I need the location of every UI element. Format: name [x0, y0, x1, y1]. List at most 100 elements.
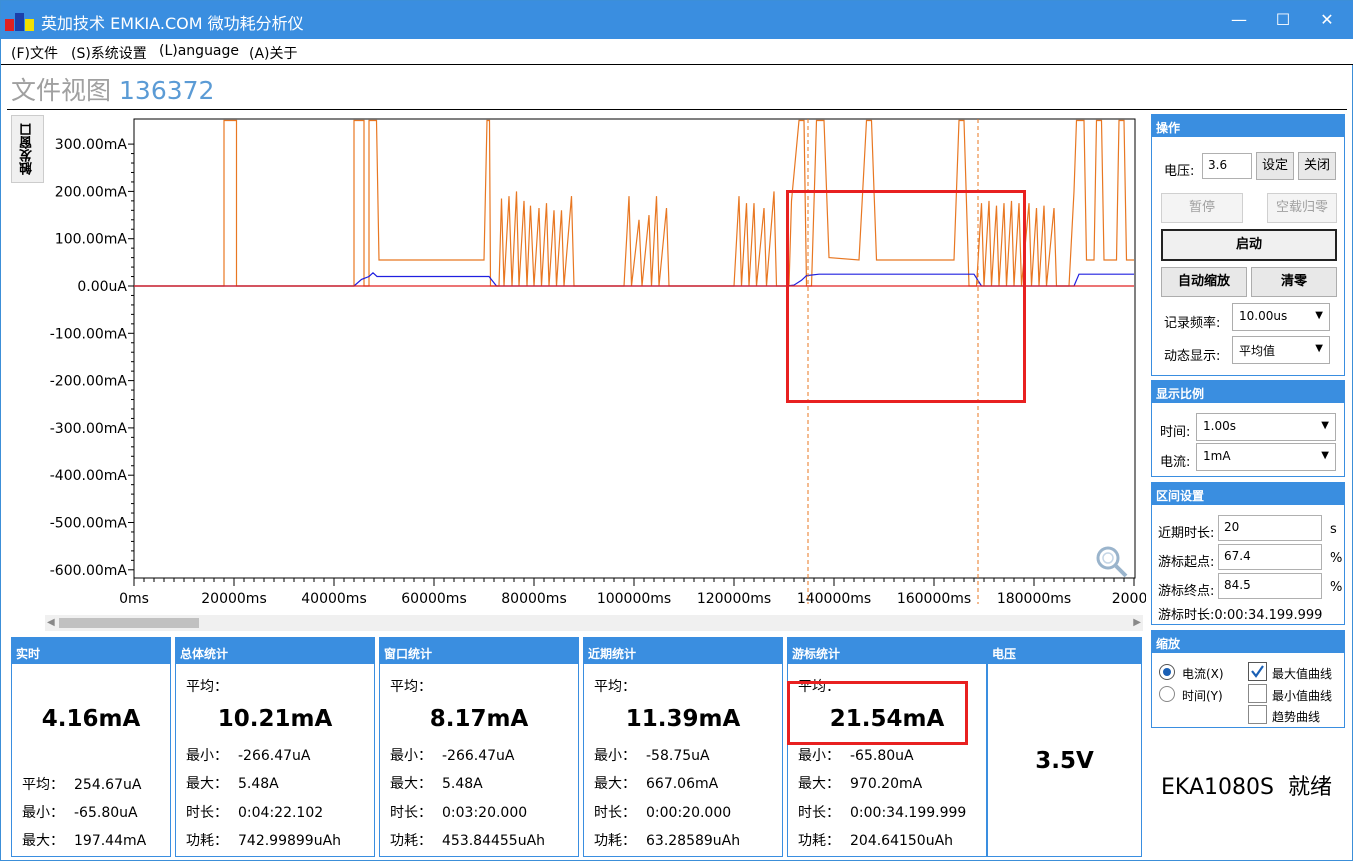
menu-language[interactable]: (L)anguage — [159, 43, 239, 59]
x-tick-label: 100000ms — [597, 591, 671, 607]
x-tick-label: 120000ms — [697, 591, 771, 607]
cursor-end-label: 游标终点: — [1158, 584, 1215, 599]
total-min-row: 最小： -266.47uA — [186, 748, 311, 764]
horizontal-scrollbar[interactable]: ◀ ▶ — [45, 615, 1143, 631]
realtime-stat-panel: 实时 4.16mA 平均： 254.67uA 最小： -65.80uA 最大： 197… — [11, 637, 171, 857]
divider — [7, 109, 1347, 110]
chevron-down-icon: ▼ — [1315, 310, 1323, 321]
radio-current-checked-icon[interactable] — [1158, 663, 1176, 681]
recent-duration-unit: s — [1330, 522, 1337, 537]
device-status: EKA1080S 就绪 — [1161, 769, 1332, 801]
window-max-row: 最大： 5.48A — [390, 776, 483, 792]
radio-time-icon[interactable] — [1158, 685, 1176, 703]
total-max-row: 最大： 5.48A — [186, 776, 279, 792]
checkbox-min-label[interactable]: 最小值曲线 — [1272, 687, 1332, 704]
y-tick-label: 300.00mA — [55, 137, 128, 153]
menu-about[interactable]: (A)关于 — [249, 43, 298, 63]
realtime-value: 4.16mA — [41, 706, 141, 732]
current-scale-label: 电流: — [1160, 455, 1191, 470]
menu-system-settings[interactable]: (S)系统设置 — [71, 43, 147, 63]
device-state: 就绪 — [1287, 775, 1332, 800]
close-window-icon[interactable]: ✕ — [1307, 7, 1347, 33]
recent-stat-panel: 近期统计 平均： 11.39mA 最小： -58.75uA 最大： 667.06mA… — [583, 637, 783, 857]
realtime-avg-row: 平均： 254.67uA — [22, 777, 142, 793]
scroll-left-icon[interactable]: ◀ — [47, 615, 55, 631]
cursor-start-label: 游标起点: — [1158, 555, 1215, 570]
x-tick-label: 80000ms — [501, 591, 566, 607]
y-tick-label: 200.00mA — [55, 184, 128, 200]
x-tick-label: 180000ms — [997, 591, 1071, 607]
time-scale-label: 时间: — [1160, 425, 1191, 440]
chevron-down-icon: ▼ — [1321, 420, 1329, 431]
total-avg-value: 10.21mA — [217, 706, 333, 732]
zoom-header: 缩放 — [1152, 631, 1344, 653]
checkbox-min-icon[interactable] — [1248, 684, 1267, 703]
chevron-down-icon: ▼ — [1315, 343, 1323, 354]
x-tick-label: 60000ms — [401, 591, 466, 607]
minimize-icon[interactable]: — — [1219, 7, 1259, 33]
time-scale-select[interactable]: 1.00s ▼ — [1196, 413, 1336, 441]
total-stat-panel: 总体统计 平均： 10.21mA 最小： -266.47uA 最大： 5.48A 时… — [175, 637, 375, 857]
dynamic-display-select[interactable]: 平均值 ▼ — [1232, 336, 1330, 364]
recent-duration-label: 近期时长: — [1158, 526, 1215, 541]
radio-current-label[interactable]: 电流(X) — [1182, 665, 1224, 682]
y-tick-label: 100.00mA — [55, 232, 128, 248]
scroll-right-icon[interactable]: ▶ — [1133, 615, 1141, 631]
window-avg-label: 平均： — [390, 679, 432, 695]
realtime-min-row: 最小： -65.80uA — [22, 805, 138, 821]
operation-panel: 操作 电压: 3.6 设定 关闭 暂停 空载归零 启动 自动缩放 清零 记录频率… — [1151, 114, 1345, 376]
x-tick-label: 20000 — [1112, 591, 1146, 607]
current-scale-select[interactable]: 1mA ▼ — [1196, 443, 1336, 471]
highlight-box-chart — [786, 190, 1026, 403]
pause-button[interactable]: 暂停 — [1161, 193, 1243, 223]
total-header: 总体统计 — [176, 638, 374, 664]
total-duration-row: 时长： 0:04:22.102 — [186, 805, 324, 821]
voltage-input[interactable]: 3.6 — [1202, 153, 1252, 179]
recent-avg-value: 11.39mA — [625, 706, 741, 732]
recent-max-row: 最大： 667.06mA — [594, 776, 719, 792]
checkbox-max-checked-icon[interactable] — [1248, 662, 1267, 681]
highlight-box-cursor-avg — [787, 681, 968, 745]
clear-button[interactable]: 清零 — [1251, 267, 1337, 297]
zoom-panel: 缩放 电流(X) 时间(Y) 最大值曲线 最小值曲线 趋势曲线 — [1151, 630, 1345, 728]
checkbox-trend-icon[interactable] — [1248, 705, 1267, 724]
current-scale-value: 1mA — [1203, 449, 1231, 463]
auto-scale-button[interactable]: 自动缩放 — [1161, 267, 1247, 297]
zero-load-button[interactable]: 空载归零 — [1267, 193, 1337, 223]
y-tick-label: -600.00mA — [50, 563, 128, 579]
checkbox-max-label[interactable]: 最大值曲线 — [1272, 665, 1332, 682]
view-title: 文件视图 136372 — [11, 71, 214, 107]
view-number: 136372 — [119, 76, 215, 105]
scroll-thumb[interactable] — [59, 618, 199, 628]
dynamic-display-label: 动态显示: — [1164, 349, 1221, 364]
set-voltage-button[interactable]: 设定 — [1256, 152, 1294, 180]
menu-file[interactable]: (F)文件 — [11, 43, 58, 63]
recent-avg-label: 平均： — [594, 679, 636, 695]
voltage-value: 3.5V — [1035, 748, 1094, 774]
y-tick-label: -200.00mA — [50, 374, 128, 390]
chevron-down-icon: ▼ — [1321, 450, 1329, 461]
rate-select[interactable]: 10.00us ▼ — [1232, 303, 1330, 331]
recent-min-row: 最小： -58.75uA — [594, 748, 710, 764]
recent-header: 近期统计 — [584, 638, 782, 664]
operation-header: 操作 — [1152, 115, 1344, 137]
maximize-icon[interactable]: ☐ — [1263, 7, 1303, 33]
close-voltage-button[interactable]: 关闭 — [1298, 152, 1336, 180]
recent-duration-input[interactable]: 20 — [1218, 515, 1322, 541]
total-avg-label: 平均： — [186, 679, 228, 695]
radio-time-label[interactable]: 时间(Y) — [1182, 687, 1223, 704]
cursor-start-input[interactable]: 67.4 — [1218, 544, 1322, 570]
cursor-duration-text: 游标时长:0:00:34.199.999 — [1158, 608, 1323, 623]
window-power-row: 功耗： 453.84455uAh — [390, 833, 546, 849]
range-settings-panel: 区间设置 近期时长: 20 s 游标起点: 67.4 % 游标终点: 84.5 … — [1151, 482, 1345, 625]
start-button[interactable]: 启动 — [1161, 229, 1337, 261]
cursor-end-input[interactable]: 84.5 — [1218, 573, 1322, 599]
window-avg-value: 8.17mA — [429, 706, 529, 732]
app-logo-icon — [5, 13, 34, 31]
y-tick-label: -300.00mA — [50, 421, 128, 437]
zoom-magnifier-icon[interactable] — [1095, 545, 1129, 579]
checkbox-trend-label[interactable]: 趋势曲线 — [1272, 708, 1320, 725]
rate-label: 记录频率: — [1164, 316, 1221, 331]
cursor-duration-row: 时长： 0:00:34.199.999 — [798, 805, 967, 821]
title-bar: 英加技术 EMKIA.COM 微功耗分析仪 — ☐ ✕ — [1, 1, 1353, 39]
